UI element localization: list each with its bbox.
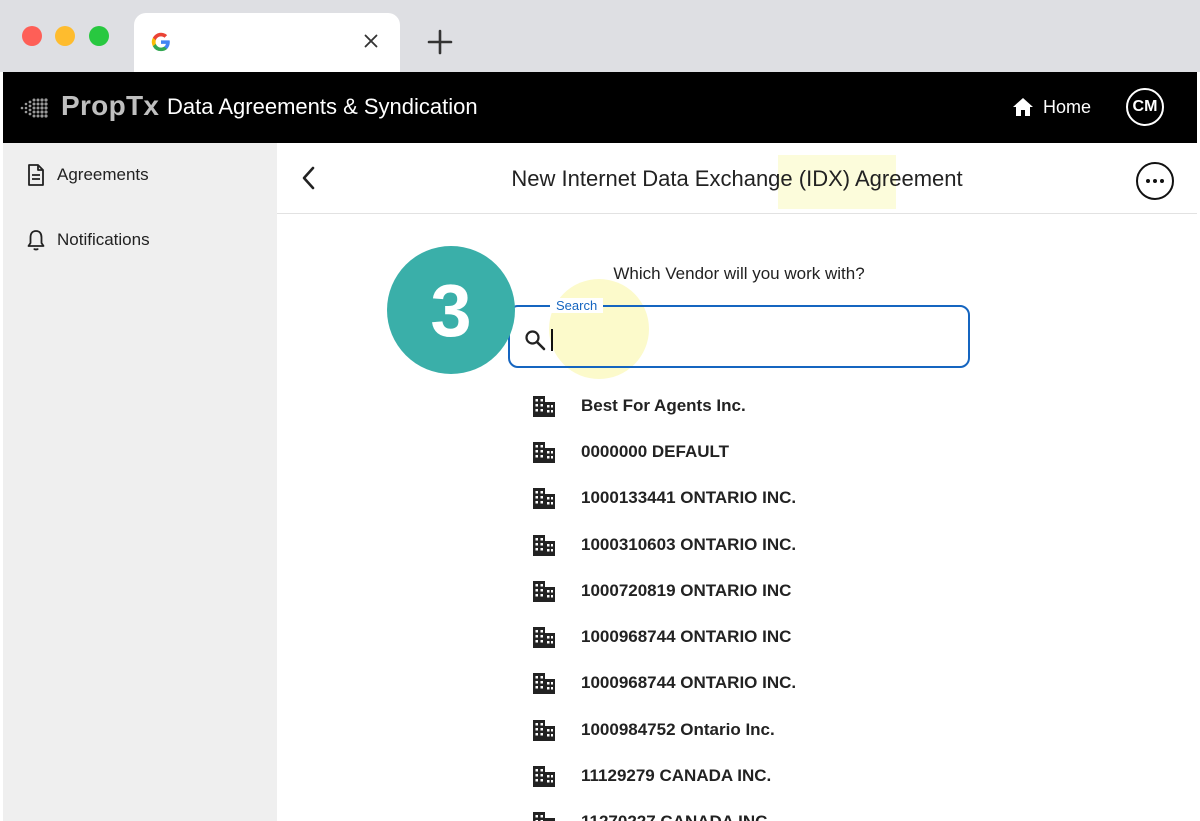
building-icon — [533, 396, 555, 417]
app-header: PropTx Data Agreements & Syndication Hom… — [3, 72, 1197, 143]
text-cursor — [551, 329, 553, 351]
search-icon — [525, 330, 546, 351]
search-legend: Search — [550, 298, 604, 313]
building-icon — [533, 581, 555, 602]
google-icon — [151, 32, 170, 52]
sidebar-item-label: Agreements — [57, 165, 149, 184]
vendor-name: 1000968744 ONTARIO INC — [581, 627, 792, 646]
vendor-name: 11270227 CANADA INC. — [581, 812, 772, 821]
sidebar-item-label: Notifications — [57, 230, 150, 249]
vendor-name: 1000968744 ONTARIO INC. — [581, 673, 797, 692]
vendor-name: 1000720819 ONTARIO INC — [581, 581, 792, 600]
document-icon — [28, 164, 44, 186]
building-icon — [533, 766, 555, 787]
sidebar: Agreements Notifications — [3, 143, 277, 821]
user-avatar[interactable]: CM — [1126, 88, 1164, 126]
vendor-name: 0000000 DEFAULT — [581, 442, 730, 461]
building-icon — [533, 673, 555, 694]
home-icon — [1013, 98, 1033, 116]
vendor-name: 1000984752 Ontario Inc. — [581, 720, 775, 739]
vendor-item[interactable]: 0000000 DEFAULT — [531, 437, 729, 467]
vendor-item[interactable]: 1000984752 Ontario Inc. — [531, 715, 775, 745]
main-content: New Internet Data Exchange (IDX) Agreeme… — [277, 143, 1197, 821]
vendor-item[interactable]: 1000310603 ONTARIO INC. — [531, 530, 796, 560]
more-dot-icon — [1146, 179, 1150, 183]
vendor-item[interactable]: 1000720819 ONTARIO INC — [531, 576, 791, 606]
vendor-item[interactable]: Best For Agents Inc. — [531, 391, 746, 421]
minimize-window-button[interactable] — [55, 26, 75, 46]
search-input[interactable] — [550, 324, 950, 354]
vendor-item[interactable]: 1000133441 ONTARIO INC. — [531, 483, 796, 513]
more-dot-icon — [1153, 179, 1157, 183]
vendor-name: Best For Agents Inc. — [581, 396, 746, 415]
browser-chrome — [0, 0, 1200, 72]
building-icon — [533, 720, 555, 741]
building-icon — [533, 488, 555, 509]
vendor-name: 1000310603 ONTARIO INC. — [581, 535, 797, 554]
app-title: Data Agreements & Syndication — [167, 94, 478, 119]
sidebar-item-agreements[interactable]: Agreements — [25, 163, 149, 187]
page-header: New Internet Data Exchange (IDX) Agreeme… — [277, 143, 1197, 214]
vendor-name: 1000133441 ONTARIO INC. — [581, 488, 797, 507]
proptx-logo-icon — [20, 98, 48, 118]
more-options-button[interactable] — [1136, 162, 1174, 200]
vendor-name: 11129279 CANADA INC. — [581, 766, 772, 785]
vendor-item[interactable]: 1000968744 ONTARIO INC — [531, 622, 791, 652]
building-icon — [533, 442, 555, 463]
sidebar-item-notifications[interactable]: Notifications — [25, 228, 150, 252]
home-label: Home — [1043, 96, 1092, 117]
close-window-button[interactable] — [22, 26, 42, 46]
brand-name[interactable]: PropTx — [61, 90, 159, 122]
bell-icon — [27, 230, 45, 251]
building-icon — [533, 627, 555, 648]
maximize-window-button[interactable] — [89, 26, 109, 46]
new-tab-icon[interactable] — [426, 28, 454, 56]
page-title: New Internet Data Exchange (IDX) Agreeme… — [511, 166, 963, 191]
step-badge: 3 — [387, 246, 515, 374]
more-dot-icon — [1160, 179, 1164, 183]
close-tab-icon[interactable] — [360, 30, 382, 52]
building-icon — [533, 812, 555, 821]
building-icon — [533, 535, 555, 556]
home-link[interactable]: Home — [1011, 94, 1091, 120]
browser-tab[interactable] — [134, 13, 400, 72]
vendor-item[interactable]: 11270227 CANADA INC. — [531, 807, 772, 821]
vendor-search-field[interactable]: Search — [508, 298, 970, 368]
vendor-item[interactable]: 11129279 CANADA INC. — [531, 761, 771, 791]
vendor-item[interactable]: 1000968744 ONTARIO INC. — [531, 668, 796, 698]
